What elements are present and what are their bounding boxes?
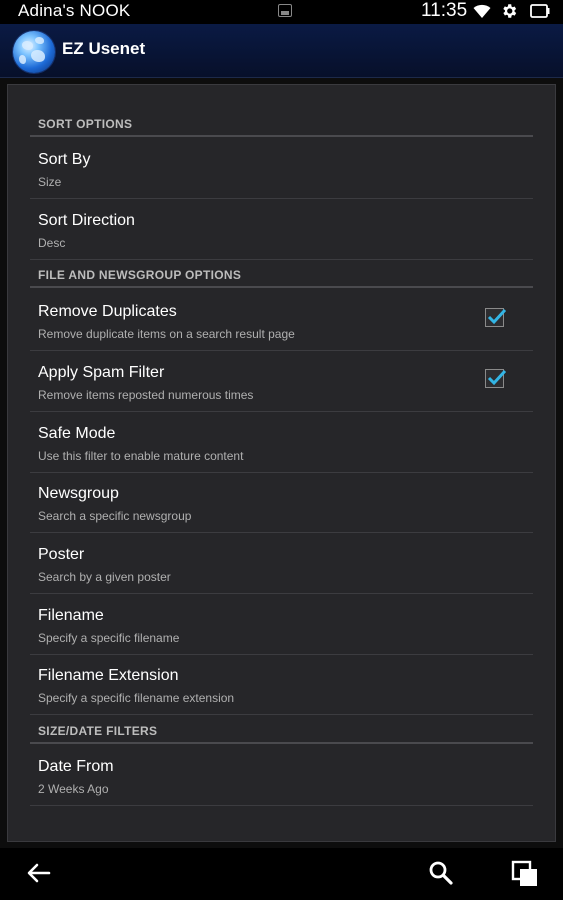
pref-summary: Search by a given poster (38, 570, 171, 584)
section-header-label: SORT OPTIONS (38, 117, 133, 131)
checkmark-icon (487, 369, 507, 386)
navigation-bar (0, 848, 563, 900)
pref-summary: Remove items reposted numerous times (38, 388, 254, 402)
action-bar: EZ Usenet (0, 24, 563, 78)
globe-app-icon[interactable] (13, 31, 55, 73)
image-notification-icon (278, 4, 292, 17)
pref-summary: Search a specific newsgroup (38, 509, 192, 523)
pref-newsgroup[interactable]: Newsgroup Search a specific newsgroup (30, 472, 533, 533)
pref-summary: Specify a specific filename (38, 631, 180, 645)
checkmark-icon (487, 308, 507, 325)
remove-duplicates-checkbox[interactable] (485, 308, 507, 327)
status-bar: Adina's NOOK 11:35 (0, 0, 563, 24)
pref-filename-extension[interactable]: Filename Extension Specify a specific fi… (30, 654, 533, 715)
pref-title: Poster (38, 546, 85, 563)
wifi-icon (473, 4, 491, 18)
pref-remove-duplicates[interactable]: Remove Duplicates Remove duplicate items… (30, 290, 533, 351)
pref-poster[interactable]: Poster Search by a given poster (30, 533, 533, 594)
section-header-size-date-filters: SIZE/DATE FILTERS (30, 716, 533, 744)
pref-sort-direction[interactable]: Sort Direction Desc (30, 199, 533, 260)
back-arrow-icon[interactable] (25, 862, 51, 884)
section-header-label: FILE AND NEWSGROUP OPTIONS (38, 268, 242, 282)
pref-safe-mode[interactable]: Safe Mode Use this filter to enable matu… (30, 412, 533, 473)
pref-summary: Specify a specific filename extension (38, 691, 235, 705)
pref-apply-spam-filter[interactable]: Apply Spam Filter Remove items reposted … (30, 351, 533, 412)
pref-title: Apply Spam Filter (38, 364, 165, 381)
settings-gear-icon[interactable] (500, 2, 518, 20)
pref-title: Newsgroup (38, 485, 119, 502)
pref-summary: Use this filter to enable mature content (38, 449, 244, 463)
search-icon[interactable] (428, 860, 454, 886)
section-header-label: SIZE/DATE FILTERS (38, 724, 158, 738)
pref-title: Filename Extension (38, 667, 179, 684)
pref-sort-by[interactable]: Sort By Size (30, 138, 533, 199)
pref-title: Remove Duplicates (38, 303, 177, 320)
section-header-sort-options: SORT OPTIONS (30, 109, 533, 137)
pref-summary: 2 Weeks Ago (38, 782, 109, 796)
pref-title: Filename (38, 607, 104, 624)
pref-summary: Desc (38, 236, 66, 250)
section-header-file-newsgroup-options: FILE AND NEWSGROUP OPTIONS (30, 260, 533, 288)
status-time: 11:35 (421, 0, 468, 21)
battery-icon (530, 4, 550, 18)
recent-apps-icon[interactable] (511, 860, 539, 888)
pref-title: Sort By (38, 151, 91, 168)
app-title: EZ Usenet (62, 39, 146, 58)
spam-filter-checkbox[interactable] (485, 369, 507, 388)
pref-summary: Size (38, 175, 62, 189)
pref-title: Date From (38, 758, 114, 775)
pref-title: Safe Mode (38, 425, 116, 442)
pref-filename[interactable]: Filename Specify a specific filename (30, 594, 533, 655)
device-name: Adina's NOOK (18, 1, 131, 20)
pref-date-from[interactable]: Date From 2 Weeks Ago (30, 745, 533, 806)
pref-title: Sort Direction (38, 212, 135, 229)
pref-summary: Remove duplicate items on a search resul… (38, 327, 295, 341)
